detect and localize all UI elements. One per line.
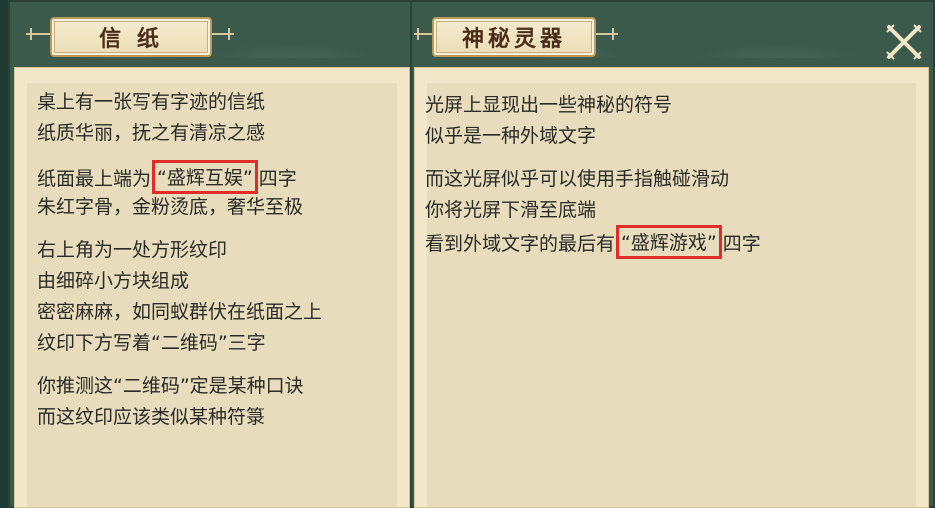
- artifact-text-span: 看到外域文字的最后有: [425, 233, 616, 255]
- artifact-line: 似乎是一种外域文字: [425, 125, 597, 147]
- artifact-line: 看到外域文字的最后有 “盛辉游戏” 四字: [425, 225, 761, 259]
- title-ornament-left: [414, 28, 432, 40]
- letter-line: 而这纹印应该类似某种符箓: [37, 406, 266, 428]
- title-ornament-left: [26, 28, 50, 40]
- highlight-company-name: “盛辉游戏”: [616, 225, 722, 259]
- letter-text-span: 四字: [258, 168, 297, 190]
- artifact-text: 光屏上显现出一些神秘的符号 似乎是一种外域文字 而这光屏似乎可以使用手指触碰滑动…: [425, 90, 761, 259]
- letter-line: 右上角为一处方形纹印: [37, 239, 228, 261]
- letter-title-plate: 信 纸: [50, 17, 212, 57]
- artifact-line: 光屏上显现出一些神秘的符号: [425, 94, 673, 116]
- artifact-text-span: 四字: [722, 233, 761, 255]
- letter-title: 信 纸: [99, 26, 163, 52]
- letter-line: 朱红字骨，金粉烫底，奢华至极: [37, 196, 304, 218]
- artifact-title: 神秘灵器: [461, 26, 566, 52]
- letter-line: 由细碎小方块组成: [37, 270, 190, 292]
- highlight-company-name: “盛辉互娱”: [152, 160, 258, 194]
- letter-line: 密密麻麻，如同蚁群伏在纸面之上: [37, 301, 323, 323]
- artifact-line: 而这光屏似乎可以使用手指触碰滑动: [425, 168, 730, 190]
- letter-line: 你推测这“二维码”定是某种口诀: [37, 375, 304, 397]
- artifact-line: 你将光屏下滑至底端: [425, 199, 597, 221]
- letter-line: 纹印下方写着“二维码”三字: [37, 332, 266, 354]
- close-icon[interactable]: [884, 22, 924, 62]
- letter-line: 纸面最上端为 “盛辉互娱” 四字: [37, 160, 322, 194]
- letter-line: 纸质华丽，抚之有清凉之感: [37, 122, 266, 144]
- letter-line: 桌上有一张写有字迹的信纸: [37, 91, 266, 113]
- artifact-title-plate: 神秘灵器: [432, 17, 596, 57]
- letter-text: 桌上有一张写有字迹的信纸 纸质华丽，抚之有清凉之感 纸面最上端为 “盛辉互娱” 四字…: [37, 87, 322, 433]
- letter-text-span: 纸面最上端为: [37, 168, 152, 190]
